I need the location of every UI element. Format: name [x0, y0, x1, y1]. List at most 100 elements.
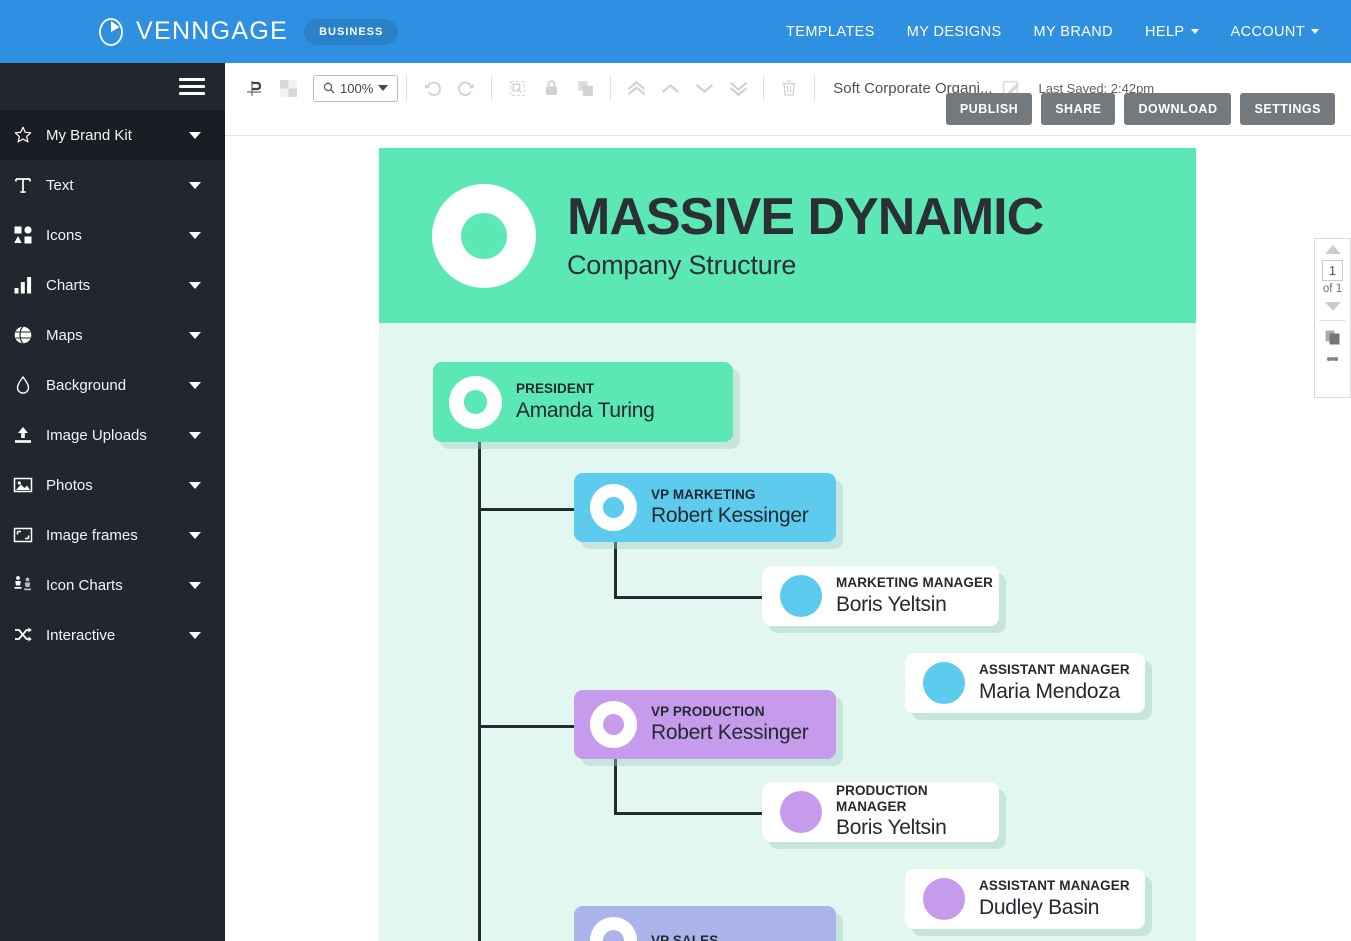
node-name: Robert Kessinger — [651, 503, 808, 528]
sidebar-item-maps[interactable]: Maps — [0, 310, 225, 360]
chevron-down-icon[interactable] — [189, 232, 201, 239]
settings-button[interactable]: SETTINGS — [1240, 93, 1335, 125]
zoom-control[interactable]: 100% — [313, 75, 398, 102]
bring-forward-icon[interactable] — [655, 73, 685, 103]
node-ring-icon — [590, 917, 637, 941]
chevron-down-icon[interactable] — [189, 532, 201, 539]
sidebar-item-my-brand-kit[interactable]: My Brand Kit — [0, 110, 225, 160]
chevron-down-icon[interactable] — [189, 282, 201, 289]
download-button[interactable]: DOWNLOAD — [1124, 93, 1231, 125]
sidebar-item-image-frames[interactable]: Image frames — [0, 510, 225, 560]
sidebar-item-label: Text — [46, 177, 74, 194]
toolbar-divider — [491, 75, 492, 101]
toolbar-divider — [814, 75, 815, 101]
venn-circle-logo-icon — [96, 17, 126, 47]
sidebar-item-background[interactable]: Background — [0, 360, 225, 410]
sidebar-item-photos[interactable]: Photos — [0, 460, 225, 510]
org-node-marketing-assistant[interactable]: ASSISTANT MANAGERMaria Mendoza — [905, 653, 1145, 713]
sidebar-item-label: Image frames — [46, 527, 138, 544]
chevron-down-icon[interactable] — [189, 332, 201, 339]
undo-icon[interactable] — [417, 73, 447, 103]
toolbar-divider — [610, 75, 611, 101]
duplicate-icon[interactable] — [570, 73, 600, 103]
connector-to-vp-production — [478, 725, 574, 728]
chevron-down-icon[interactable] — [189, 632, 201, 639]
send-to-back-icon[interactable] — [723, 73, 753, 103]
org-node-marketing-manager[interactable]: MARKETING MANAGERBoris Yeltsin — [762, 566, 999, 626]
sidebar-item-image-uploads[interactable]: Image Uploads — [0, 410, 225, 460]
node-name: Amanda Turing — [516, 398, 655, 423]
node-role: ASSISTANT MANAGER — [979, 878, 1130, 894]
next-page-icon[interactable] — [1325, 302, 1341, 311]
share-button[interactable]: SHARE — [1041, 93, 1115, 125]
more-options-icon[interactable] — [1327, 355, 1338, 363]
chevron-down-icon[interactable] — [189, 382, 201, 389]
chevron-down-icon[interactable] — [189, 182, 201, 189]
page-navigator: 1 of 1 — [1314, 238, 1351, 398]
org-node-president[interactable]: PRESIDENTAmanda Turing — [433, 362, 733, 442]
node-name: Boris Yeltsin — [836, 592, 993, 617]
bar-chart-icon — [8, 275, 38, 295]
sidebar-menu: My Brand Kit Text IconsChartsMapsBackgroun… — [0, 110, 225, 660]
plan-badge: BUSINESS — [304, 19, 398, 45]
org-node-vp-production[interactable]: VP PRODUCTIONRobert Kessinger — [574, 690, 836, 759]
sidebar-item-text[interactable]: Text — [0, 160, 225, 210]
trash-icon[interactable] — [774, 73, 804, 103]
infographic-header[interactable]: MASSIVE DYNAMIC Company Structure — [379, 148, 1196, 323]
canvas-area[interactable]: MASSIVE DYNAMIC Company Structure PRESID… — [225, 136, 1351, 941]
left-sidebar: My Brand Kit Text IconsChartsMapsBackgroun… — [0, 63, 225, 941]
topnav-label: MY BRAND — [1034, 24, 1113, 40]
redo-icon[interactable] — [451, 73, 481, 103]
chevron-down-icon — [1311, 29, 1319, 34]
send-backward-icon[interactable] — [689, 73, 719, 103]
editor-toolbar: 100% — [225, 63, 1351, 136]
ring-logo-icon — [432, 184, 536, 288]
lock-icon[interactable] — [536, 73, 566, 103]
frame-icon — [8, 525, 38, 545]
chevron-down-icon[interactable] — [189, 482, 201, 489]
node-avatar-icon — [780, 791, 822, 833]
chevron-down-icon — [1191, 29, 1199, 34]
connector-vp-marketing-vertical — [614, 542, 617, 596]
node-avatar-icon — [780, 575, 822, 617]
topnav-item-my-designs[interactable]: MY DESIGNS — [891, 24, 1018, 40]
topnav-item-my-brand[interactable]: MY BRAND — [1018, 24, 1129, 40]
sidebar-item-label: Interactive — [46, 627, 115, 644]
snap-to-grid-icon[interactable] — [239, 73, 269, 103]
org-node-production-assistant[interactable]: ASSISTANT MANAGERDudley Basin — [905, 869, 1145, 929]
duplicate-page-icon[interactable] — [1325, 330, 1341, 346]
checker-background-icon[interactable] — [273, 73, 303, 103]
chevron-down-icon[interactable] — [189, 132, 201, 139]
node-role: PRESIDENT — [516, 381, 655, 397]
top-nav-links: TEMPLATESMY DESIGNS MY BRAND HELPACCOUNT — [770, 24, 1335, 40]
topnav-item-help[interactable]: HELP — [1129, 24, 1214, 40]
design-page[interactable]: MASSIVE DYNAMIC Company Structure PRESID… — [379, 148, 1196, 941]
group-icon[interactable] — [502, 73, 532, 103]
sidebar-item-charts[interactable]: Charts — [0, 260, 225, 310]
sidebar-item-interactive[interactable]: Interactive — [0, 610, 225, 660]
node-name: Dudley Basin — [979, 895, 1130, 920]
zoom-level-label: 100% — [340, 81, 373, 96]
connector-vp-production-vertical — [614, 759, 617, 812]
sidebar-item-label: Photos — [46, 477, 93, 494]
people-chart-icon — [8, 575, 38, 595]
sidebar-item-icon-charts[interactable]: Icon Charts — [0, 560, 225, 610]
chevron-down-icon[interactable] — [189, 432, 201, 439]
publish-button[interactable]: PUBLISH — [946, 93, 1032, 125]
chevron-down-icon[interactable] — [189, 582, 201, 589]
sidebar-item-label: Icon Charts — [46, 577, 123, 594]
topnav-item-account[interactable]: ACCOUNT — [1215, 24, 1336, 40]
sidebar-item-icons[interactable]: Icons — [0, 210, 225, 260]
topnav-item-templates[interactable]: TEMPLATES — [770, 24, 891, 40]
connector-vp-production-horizontal — [614, 812, 762, 815]
bring-to-front-icon[interactable] — [621, 73, 651, 103]
sidebar-item-label: My Brand Kit — [46, 127, 132, 144]
org-node-vp-marketing[interactable]: VP MARKETINGRobert Kessinger — [574, 473, 836, 542]
current-page-input[interactable]: 1 — [1322, 260, 1343, 281]
text-t-icon — [8, 175, 38, 195]
hamburger-icon[interactable] — [179, 74, 205, 99]
org-node-vp-sales[interactable]: VP SALES — [574, 906, 836, 941]
brand-logo-group[interactable]: VENNGAGE BUSINESS — [96, 17, 398, 47]
org-node-production-manager[interactable]: PRODUCTION MANAGERBoris Yeltsin — [762, 782, 999, 842]
previous-page-icon[interactable] — [1325, 245, 1341, 254]
